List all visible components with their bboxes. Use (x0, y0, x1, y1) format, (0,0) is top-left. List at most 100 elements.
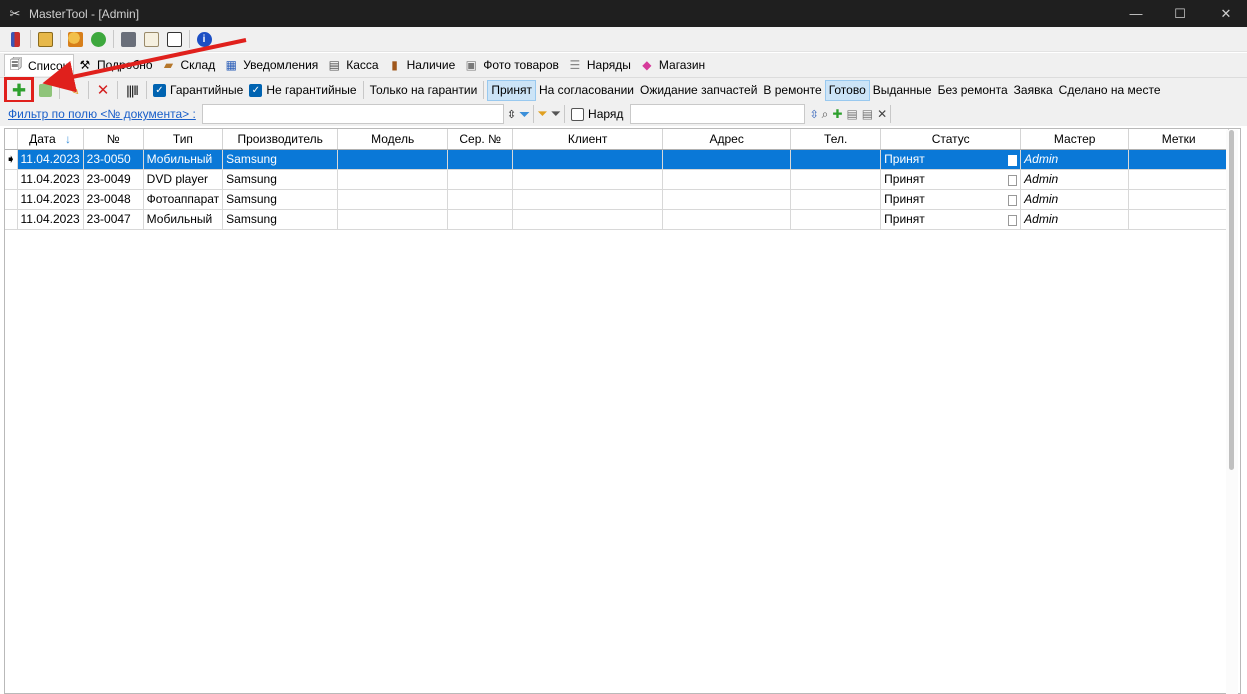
scrollbar-thumb[interactable] (1229, 130, 1234, 470)
cell-address[interactable] (662, 149, 792, 170)
cell-maker[interactable]: Samsung (222, 189, 339, 210)
edit-button[interactable]: ✎ (63, 79, 85, 101)
users-button[interactable] (64, 29, 86, 49)
tab-notifications[interactable]: ▦ Уведомления (220, 54, 323, 76)
add-order-icon[interactable]: ✚ (832, 107, 842, 121)
column-header-status[interactable]: Статус (880, 129, 1022, 150)
column-header-serial[interactable]: Сер. № (447, 129, 514, 150)
cell-master[interactable]: Admin (1020, 189, 1130, 210)
cell-model[interactable] (337, 209, 449, 230)
cell-date[interactable]: 11.04.2023 (17, 169, 84, 190)
cell-date[interactable]: 11.04.2023 (17, 189, 84, 210)
funnel-clear-icon[interactable]: ⏷ (551, 106, 561, 122)
print-button[interactable] (117, 29, 139, 49)
cell-phone[interactable] (790, 149, 882, 170)
order-list-icon[interactable]: ▤ (846, 107, 857, 121)
cell-master[interactable]: Admin (1020, 149, 1130, 170)
cell-client[interactable] (512, 189, 664, 210)
cell-number[interactable]: 23-0047 (83, 209, 144, 230)
report-button[interactable] (140, 29, 162, 49)
status-filter-no-repair[interactable]: Без ремонта (935, 80, 1011, 101)
vertical-scrollbar[interactable] (1226, 130, 1238, 694)
cell-client[interactable] (512, 209, 664, 230)
add-button[interactable]: ✚ (4, 77, 34, 103)
filter-apply-icon[interactable]: ⇳ (507, 108, 516, 121)
column-header-date[interactable]: Дата ↓ (17, 129, 84, 150)
search-order-icon[interactable]: ⌕ (822, 107, 829, 122)
status-filter-approval[interactable]: На согласовании (536, 80, 637, 101)
cell-status[interactable]: Принят (880, 169, 1022, 190)
table-row[interactable]: 11.04.2023 23-0047 Мобильный Samsung При… (5, 209, 1230, 230)
order-delete-icon[interactable]: ✕ (877, 107, 887, 121)
cell-status[interactable]: Принят (880, 189, 1022, 210)
info-button[interactable]: i (193, 29, 215, 49)
cell-date[interactable]: 11.04.2023 (17, 209, 84, 230)
order-input[interactable] (630, 104, 806, 124)
column-header-client[interactable]: Клиент (512, 129, 664, 150)
cell-tags[interactable] (1128, 209, 1230, 230)
status-filter-in-repair[interactable]: В ремонте (760, 80, 824, 101)
tab-orders[interactable]: ☰ Наряды (564, 54, 636, 76)
table-row[interactable]: ➧ 11.04.2023 23-0050 Мобильный Samsung П… (5, 149, 1230, 170)
cell-tags[interactable] (1128, 169, 1230, 190)
maximize-button[interactable]: ☐ (1156, 0, 1204, 27)
cell-tags[interactable] (1128, 189, 1230, 210)
order-remove-icon[interactable]: ▤ (862, 107, 873, 121)
cell-type[interactable]: Мобильный (143, 209, 224, 230)
delete-button[interactable]: ✕ (92, 79, 114, 101)
warranty-checkbox[interactable]: ✓ Гарантийные (150, 79, 246, 101)
table-row[interactable]: 11.04.2023 23-0049 DVD player Samsung Пр… (5, 169, 1230, 190)
minimize-button[interactable]: — (1112, 0, 1160, 27)
column-header-address[interactable]: Адрес (662, 129, 792, 150)
tab-list[interactable]: 🗐 Список (4, 54, 74, 76)
cell-model[interactable] (337, 189, 449, 210)
column-header-number[interactable]: № (83, 129, 144, 150)
status-filter-ready[interactable]: Готово (824, 79, 870, 101)
cell-status[interactable]: Принят (880, 209, 1022, 230)
cell-maker[interactable]: Samsung (222, 169, 339, 190)
cell-phone[interactable] (790, 169, 882, 190)
order-checkbox[interactable]: Наряд (568, 103, 626, 125)
tab-product-photos[interactable]: ▣ Фото товаров (460, 54, 564, 76)
cell-address[interactable] (662, 189, 792, 210)
cell-type[interactable]: DVD player (143, 169, 224, 190)
status-filter-done-onsite[interactable]: Сделано на месте (1056, 80, 1164, 101)
copy-button[interactable] (34, 79, 56, 101)
order-filter-icon[interactable]: ⇳ (809, 108, 818, 121)
cell-maker[interactable]: Samsung (222, 209, 339, 230)
cell-client[interactable] (512, 169, 664, 190)
cell-tags[interactable] (1128, 149, 1230, 170)
cell-maker[interactable]: Samsung (222, 149, 339, 170)
cell-date[interactable]: 11.04.2023 (17, 149, 84, 170)
funnel-icon[interactable]: ⏷ (519, 106, 530, 123)
tab-shop[interactable]: ◆ Магазин (636, 54, 710, 76)
book-button[interactable] (4, 29, 26, 49)
cell-type[interactable]: Мобильный (143, 149, 224, 170)
funnel-edit-icon[interactable]: ⏷ (537, 106, 547, 122)
cell-number[interactable]: 23-0048 (83, 189, 144, 210)
status-filter-awaiting-parts[interactable]: Ожидание запчастей (637, 80, 760, 101)
cell-status[interactable]: Принят (880, 149, 1022, 170)
filter-field-link[interactable]: Фильтр по полю <№ документа> : (8, 107, 196, 121)
tab-stock[interactable]: ▮ Наличие (384, 54, 461, 76)
cell-serial[interactable] (447, 189, 514, 210)
cell-client[interactable] (512, 149, 664, 170)
cell-address[interactable] (662, 169, 792, 190)
calculator-button[interactable] (163, 29, 185, 49)
cell-model[interactable] (337, 169, 449, 190)
cell-phone[interactable] (790, 189, 882, 210)
only-warranty-button[interactable]: Только на гарантии (367, 80, 481, 101)
cell-number[interactable]: 23-0050 (83, 149, 144, 170)
search-doc-button[interactable] (34, 29, 56, 49)
tab-cash[interactable]: ▤ Касса (323, 54, 383, 76)
cell-number[interactable]: 23-0049 (83, 169, 144, 190)
cell-serial[interactable] (447, 149, 514, 170)
cell-master[interactable]: Admin (1020, 209, 1130, 230)
column-header-tags[interactable]: Метки (1128, 129, 1230, 150)
cell-address[interactable] (662, 209, 792, 230)
status-filter-issued[interactable]: Выданные (870, 80, 935, 101)
column-header-master[interactable]: Мастер (1020, 129, 1130, 150)
filter-input[interactable] (201, 104, 504, 124)
cell-master[interactable]: Admin (1020, 169, 1130, 190)
column-header-type[interactable]: Тип (143, 129, 224, 150)
